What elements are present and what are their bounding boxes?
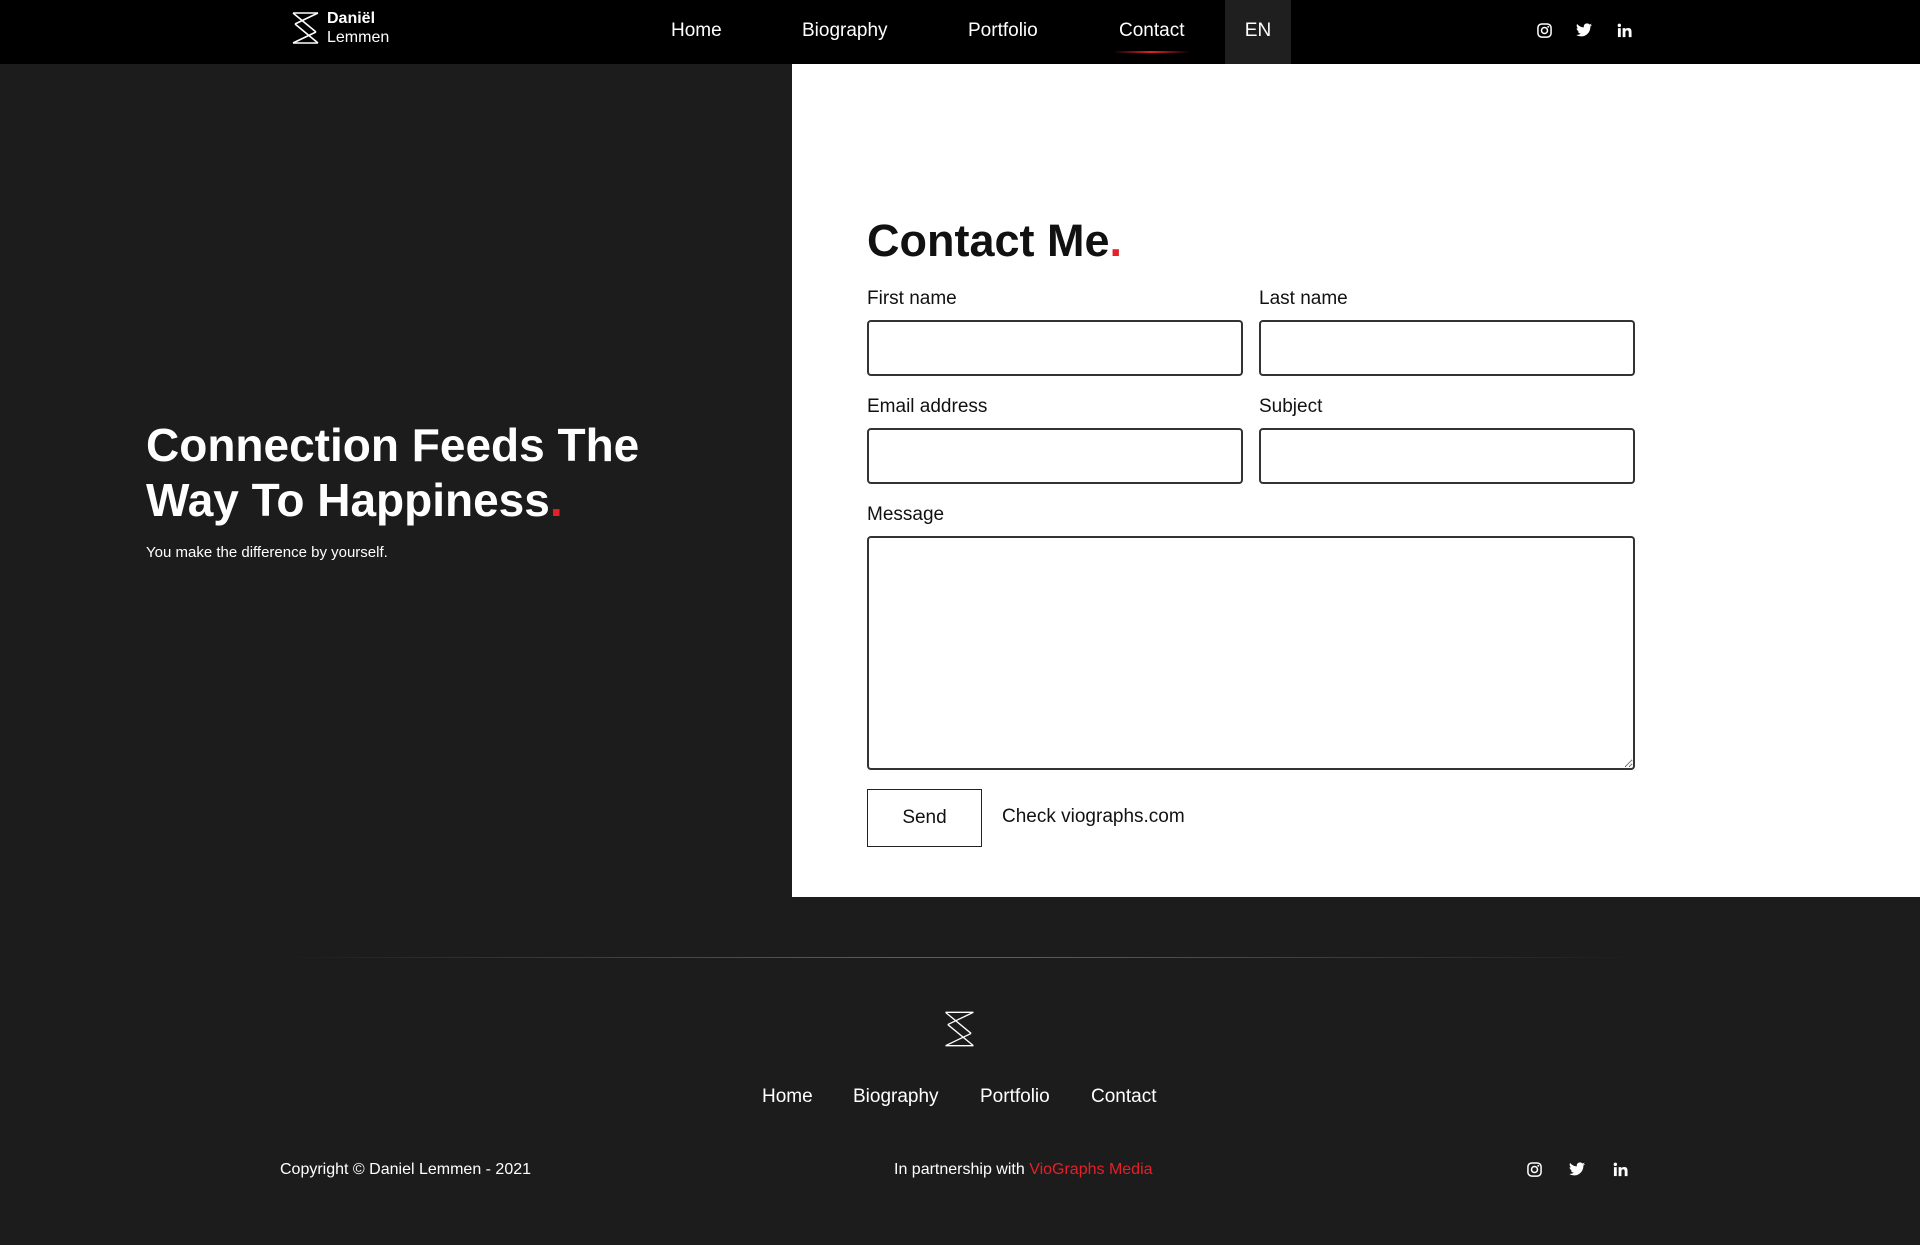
footer-nav-contact[interactable]: Contact [1091, 1086, 1156, 1108]
language-switcher[interactable]: EN [1225, 0, 1291, 64]
footer-social-links [1526, 1161, 1628, 1177]
subject-field[interactable] [1259, 428, 1635, 484]
nav-home[interactable]: Home [671, 0, 722, 64]
last-name-label: Last name [1259, 288, 1348, 309]
hero-title-accent-dot: . [549, 474, 563, 526]
nav-portfolio[interactable]: Portfolio [968, 0, 1038, 64]
twitter-icon[interactable] [1576, 22, 1592, 38]
hero-title-line1: Connection Feeds The [146, 419, 640, 471]
header-social-links [1536, 22, 1632, 38]
twitter-icon[interactable] [1569, 1161, 1585, 1177]
email-label: Email address [867, 396, 988, 417]
contact-panel: Contact Me. First name Last name Email a… [792, 64, 1920, 897]
linkedin-icon[interactable] [1616, 22, 1632, 38]
hero-title: Connection Feeds The Way To Happiness. [146, 418, 706, 528]
hero-title-line2: Way To Happiness [146, 474, 550, 526]
instagram-icon[interactable] [1536, 22, 1552, 38]
copyright-text: Copyright © Daniel Lemmen - 2021 [280, 1161, 532, 1178]
brand-last-name: Lemmen [327, 29, 390, 46]
linkedin-icon[interactable] [1612, 1161, 1628, 1177]
message-label: Message [867, 504, 945, 525]
brand-logo[interactable]: Daniël Lemmen [291, 9, 389, 47]
check-viographs-text: Check viographs.com [1002, 806, 1185, 827]
footer-divider [276, 957, 1644, 958]
contact-title-text: Contact Me [867, 215, 1110, 266]
send-button[interactable]: Send [867, 789, 982, 847]
footer-nav-portfolio[interactable]: Portfolio [980, 1086, 1050, 1108]
first-name-label: First name [867, 288, 957, 309]
subject-label: Subject [1259, 396, 1323, 417]
message-textarea[interactable] [867, 536, 1635, 770]
partnership-prefix: In partnership with [894, 1161, 1025, 1178]
brand-name: Daniël Lemmen [327, 9, 389, 47]
top-navbar: Daniël Lemmen Home Biography Portfolio C… [0, 0, 1920, 64]
last-name-field[interactable] [1259, 320, 1635, 376]
brand-first-name: Daniël [327, 10, 376, 27]
footer-logo-hourglass-icon[interactable] [943, 1009, 977, 1054]
logo-hourglass-icon [291, 10, 321, 46]
instagram-icon[interactable] [1526, 1161, 1542, 1177]
contact-title: Contact Me. [867, 214, 1122, 268]
contact-title-accent-dot: . [1109, 215, 1123, 266]
nav-contact[interactable]: Contact [1112, 0, 1192, 64]
footer-nav-biography[interactable]: Biography [853, 1086, 939, 1108]
partnership-text: In partnership with VioGraphs Media [894, 1161, 1153, 1179]
viographs-media-link[interactable]: VioGraphs Media [1029, 1161, 1152, 1178]
nav-biography[interactable]: Biography [802, 0, 888, 64]
hero-subtitle: You make the difference by yourself. [146, 544, 388, 561]
first-name-field[interactable] [867, 320, 1243, 376]
footer-nav-home[interactable]: Home [762, 1086, 813, 1108]
email-field[interactable] [867, 428, 1243, 484]
